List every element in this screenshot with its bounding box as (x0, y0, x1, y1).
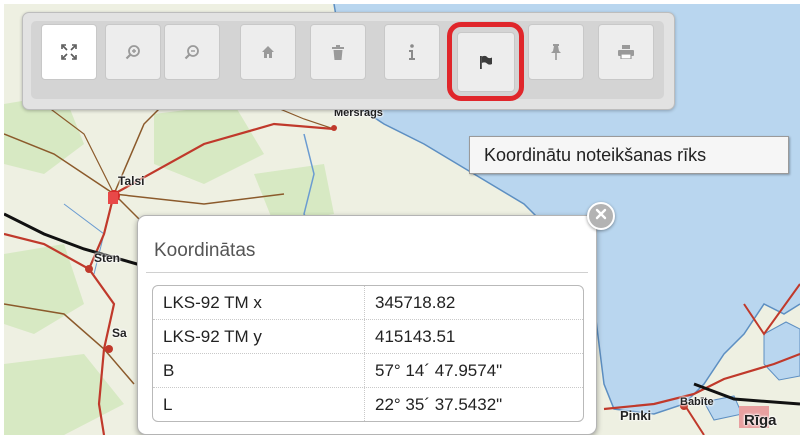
map-viewport[interactable]: Talsi Mērsrags Sten Sa Pinki Babīte Rīga (4, 4, 800, 435)
place-label-sten: Sten (94, 251, 121, 265)
trash-icon (332, 44, 344, 60)
coordinates-table: LKS-92 TM x 345718.82 LKS-92 TM y 415143… (152, 285, 584, 422)
zoom-out-button[interactable] (164, 24, 220, 80)
place-label-babite: Babīte (680, 396, 714, 408)
coord-value: 415143.51 (375, 327, 456, 346)
place-label-sa: Sa (112, 326, 127, 340)
coord-label: LKS-92 TM y (153, 320, 365, 353)
popup-title: Koordinātas (154, 240, 256, 261)
town-area (108, 192, 118, 204)
info-icon (408, 44, 416, 60)
town-dot (85, 265, 93, 273)
home-icon (261, 45, 275, 59)
home-button[interactable] (240, 24, 296, 80)
zoom-out-icon (184, 44, 200, 60)
table-row: L 22° 35´ 37.5432" (153, 387, 583, 421)
fullscreen-arrows-icon (61, 44, 77, 60)
coord-value: 345718.82 (375, 293, 456, 312)
coordinates-button-highlight (447, 22, 524, 101)
zoom-in-icon (125, 44, 141, 60)
popup-close-button[interactable] (587, 202, 615, 230)
town-dot (331, 125, 337, 131)
coord-label: LKS-92 TM x (153, 286, 365, 319)
info-button[interactable] (384, 24, 440, 80)
coord-label: B (153, 354, 365, 387)
table-row: LKS-92 TM x 345718.82 (153, 286, 583, 319)
coord-value: 22° 35´ 37.5432" (375, 395, 503, 414)
place-label-pinki: Pinki (620, 408, 652, 423)
zoom-in-button[interactable] (105, 24, 161, 80)
pin-button[interactable] (528, 24, 584, 80)
pin-icon (550, 44, 562, 60)
place-label-riga: Rīga (744, 412, 777, 429)
coord-value: 57° 14´ 47.9574" (375, 361, 503, 380)
print-icon (618, 45, 634, 59)
coord-label: L (153, 388, 365, 421)
town-dot (105, 345, 113, 353)
close-icon (595, 207, 607, 225)
clear-button[interactable] (310, 24, 366, 80)
table-row: LKS-92 TM y 415143.51 (153, 319, 583, 353)
print-button[interactable] (598, 24, 654, 80)
coordinates-popup: Koordinātas LKS-92 TM x 345718.82 LKS-92… (137, 215, 597, 435)
coordinates-tool-tooltip: Koordinātu noteikšanas rīks (469, 136, 789, 174)
table-row: B 57° 14´ 47.9574" (153, 353, 583, 387)
zoom-to-extent-button[interactable] (41, 24, 97, 80)
place-label-talsi: Talsi (118, 174, 145, 188)
popup-divider (146, 272, 588, 273)
